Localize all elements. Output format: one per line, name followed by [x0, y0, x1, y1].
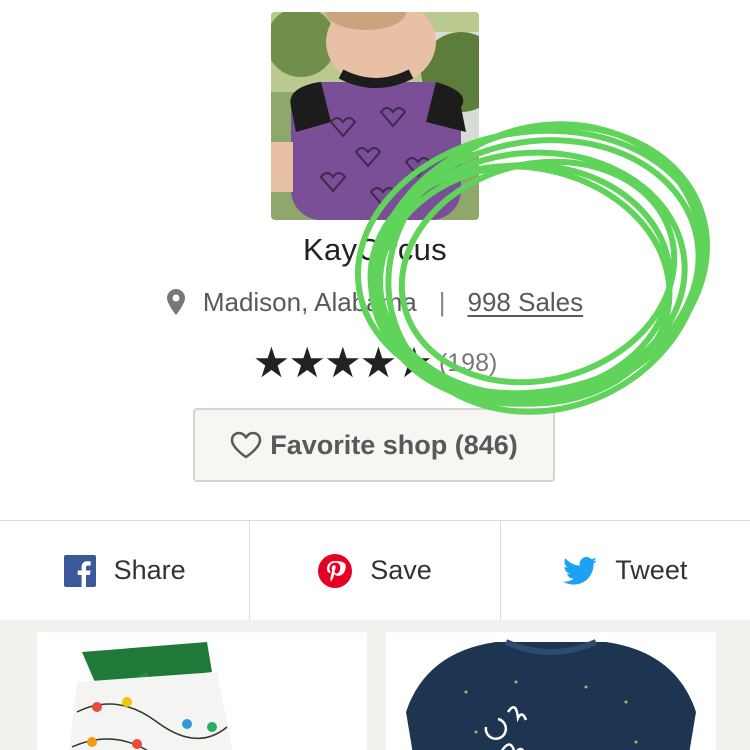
product-image-lights-pants	[37, 632, 367, 750]
product-card[interactable]	[386, 632, 716, 750]
heart-icon	[230, 431, 262, 459]
review-count: (198)	[438, 348, 498, 377]
facebook-icon	[63, 554, 96, 587]
meta-separator: |	[438, 286, 446, 317]
avatar-image	[271, 12, 479, 220]
shop-name: KayCircus	[303, 232, 447, 267]
favorite-shop-button[interactable]: Favorite shop (846)	[193, 408, 555, 482]
share-pinterest-label: Save	[370, 555, 432, 585]
twitter-icon	[563, 556, 598, 585]
share-twitter-button[interactable]: Tweet	[499, 521, 750, 620]
shop-meta: Madison, Alabama | 998 Sales	[0, 284, 750, 320]
product-image-holy-night-shirt	[386, 632, 716, 750]
shop-rating[interactable]: ★★★★★ (198)	[0, 340, 750, 386]
favorite-shop-label: Favorite shop (846)	[270, 429, 518, 460]
location-pin-icon	[166, 289, 185, 315]
share-facebook-label: Share	[113, 555, 186, 585]
share-pinterest-button[interactable]: Save	[249, 521, 499, 620]
share-twitter-label: Tweet	[615, 555, 688, 585]
product-grid	[0, 620, 750, 750]
product-card[interactable]	[37, 632, 367, 750]
shop-avatar[interactable]	[271, 12, 479, 220]
rating-stars: ★★★★★	[252, 339, 433, 386]
pinterest-icon	[318, 553, 353, 588]
share-facebook-button[interactable]: Share	[0, 521, 249, 620]
shop-location: Madison, Alabama	[202, 286, 417, 317]
share-bar: Share Save Tweet	[0, 520, 750, 621]
sales-link[interactable]: 998 Sales	[468, 287, 584, 318]
